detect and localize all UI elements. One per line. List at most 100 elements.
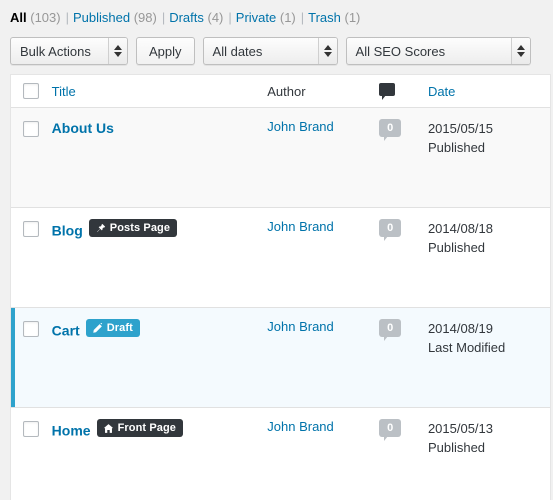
chevron-down-icon <box>323 52 332 57</box>
pages-list-screen: All (103) | Published (98) | Drafts (4) | Priv… <box>0 0 553 500</box>
row-checkbox[interactable] <box>23 221 39 237</box>
status-filter-link-all[interactable]: All <box>10 10 27 25</box>
filter-separator: | <box>228 10 232 25</box>
status-filter-count: (1) <box>340 10 361 25</box>
page-title-link[interactable]: Blog <box>52 223 83 239</box>
comments-cell: 0 <box>379 208 428 308</box>
page-title-link[interactable]: Home <box>52 423 91 439</box>
status-filter-published: Published (98) <box>73 10 157 25</box>
status-filter-link-published[interactable]: Published <box>73 10 130 25</box>
seo-score-filter-value: All SEO Scores <box>355 43 446 59</box>
status-filter-link-trash[interactable]: Trash <box>308 10 341 25</box>
comment-count-bubble[interactable]: 0 <box>379 319 402 341</box>
bulk-actions-value: Bulk Actions <box>20 43 91 59</box>
table-row: Blog Posts Page John Brand 0 2014/08/18 Publi… <box>11 208 550 308</box>
comments-cell: 0 <box>379 408 428 500</box>
comment-count-bubble[interactable]: 0 <box>379 119 402 141</box>
filter-separator: | <box>65 10 69 25</box>
page-date: 2014/08/18 <box>427 221 494 236</box>
apply-button[interactable]: Apply <box>136 37 195 65</box>
author-cell: John Brand <box>267 308 380 408</box>
row-select-cell <box>11 208 52 308</box>
row-select-cell <box>11 408 52 500</box>
status-filter-count: (103) <box>26 10 61 25</box>
page-date-status: Published <box>427 440 486 455</box>
date-cell: 2014/08/19 Last Modified <box>427 308 550 408</box>
status-filter-all: All (103) <box>10 10 61 25</box>
table-navigation-toolbar: Bulk Actions Apply All dates All SEO Sco… <box>0 34 553 74</box>
author-link[interactable]: John Brand <box>267 119 334 134</box>
page-date-status: Last Modified <box>427 340 506 355</box>
comment-count-bubble[interactable]: 0 <box>379 219 402 241</box>
table-row: Cart Draft John Brand 0 2014/08/19 Last Modif… <box>11 308 550 408</box>
page-title-link[interactable]: Cart <box>52 323 80 339</box>
row-checkbox[interactable] <box>23 421 39 437</box>
sort-by-title-link[interactable]: Title <box>52 84 76 99</box>
page-badge-label: Draft <box>106 322 133 334</box>
page-badge-posts-page[interactable]: Posts Page <box>88 219 178 237</box>
chevron-updown-icon[interactable] <box>108 38 127 64</box>
chevron-down-icon <box>516 52 525 57</box>
bulk-actions-select[interactable]: Bulk Actions <box>10 37 128 65</box>
home-icon <box>103 423 114 434</box>
pages-table: Title Author Date About Us John Brand 0 201… <box>10 74 551 500</box>
page-date-status: Published <box>427 240 486 255</box>
chevron-up-icon <box>114 45 122 50</box>
date-filter-select[interactable]: All dates <box>202 37 338 65</box>
page-badge-draft[interactable]: Draft <box>85 319 140 337</box>
date-cell: 2015/05/13 Published <box>428 408 550 500</box>
author-cell: John Brand <box>267 108 380 208</box>
page-title-cell: Home Front Page <box>52 408 268 500</box>
status-filter-private: Private (1) <box>236 10 296 25</box>
comments-column-header[interactable] <box>379 75 428 108</box>
page-date: 2014/08/19 <box>427 321 494 336</box>
date-filter-value: All dates <box>212 43 263 59</box>
author-column-label: Author <box>267 83 306 99</box>
sort-by-date-link[interactable]: Date <box>428 84 455 99</box>
row-checkbox[interactable] <box>23 321 39 337</box>
page-date-status: Published <box>427 140 486 155</box>
author-cell: John Brand <box>267 408 379 500</box>
row-select-cell <box>11 108 52 208</box>
pin-icon <box>95 223 106 234</box>
page-title-cell: Cart Draft <box>51 308 268 408</box>
date-cell: 2015/05/15 Published <box>427 108 550 208</box>
chevron-updown-icon[interactable] <box>317 38 337 64</box>
page-title-link[interactable]: About Us <box>52 120 114 136</box>
page-title-cell: Blog Posts Page <box>51 208 268 308</box>
seo-score-filter-select[interactable]: All SEO Scores <box>345 37 531 65</box>
author-column-header: Author <box>267 75 380 108</box>
page-title-cell: About Us <box>51 108 268 208</box>
author-link[interactable]: John Brand <box>267 419 334 434</box>
status-filter-link-private[interactable]: Private <box>236 10 276 25</box>
status-filter-trash: Trash (1) <box>308 10 360 25</box>
filter-separator: | <box>300 10 305 25</box>
author-link[interactable]: John Brand <box>267 219 334 234</box>
page-date: 2015/05/13 <box>427 421 494 436</box>
comments-cell: 0 <box>379 108 428 208</box>
status-filter-count: (4) <box>203 10 224 25</box>
select-all-checkbox[interactable] <box>23 83 39 100</box>
chevron-down-icon <box>114 52 122 57</box>
table-header-row: Title Author Date <box>11 75 550 108</box>
status-filter-links: All (103) | Published (98) | Drafts (4) | Priv… <box>0 0 553 34</box>
date-cell: 2014/08/18 Published <box>427 208 550 308</box>
author-cell: John Brand <box>267 208 380 308</box>
status-filter-drafts: Drafts (4) <box>169 10 223 25</box>
chevron-updown-icon[interactable] <box>510 38 530 64</box>
date-column-header: Date <box>427 75 550 108</box>
comment-bubble-icon[interactable] <box>379 83 396 100</box>
author-link[interactable]: John Brand <box>267 319 334 334</box>
pages-table-body: About Us John Brand 0 2015/05/15 Published Bl… <box>11 108 550 500</box>
comment-count-bubble[interactable]: 0 <box>379 419 402 441</box>
pencil-icon <box>92 322 103 334</box>
status-filter-count: (98) <box>130 10 157 25</box>
row-checkbox[interactable] <box>23 121 39 137</box>
status-filter-link-drafts[interactable]: Drafts <box>169 10 204 25</box>
filter-separator: | <box>161 10 166 25</box>
title-column-header: Title <box>51 75 268 108</box>
chevron-up-icon <box>323 45 332 50</box>
page-badge-label: Front Page <box>117 422 177 434</box>
select-all-header <box>11 75 52 108</box>
page-badge-front-page[interactable]: Front Page <box>96 419 184 437</box>
